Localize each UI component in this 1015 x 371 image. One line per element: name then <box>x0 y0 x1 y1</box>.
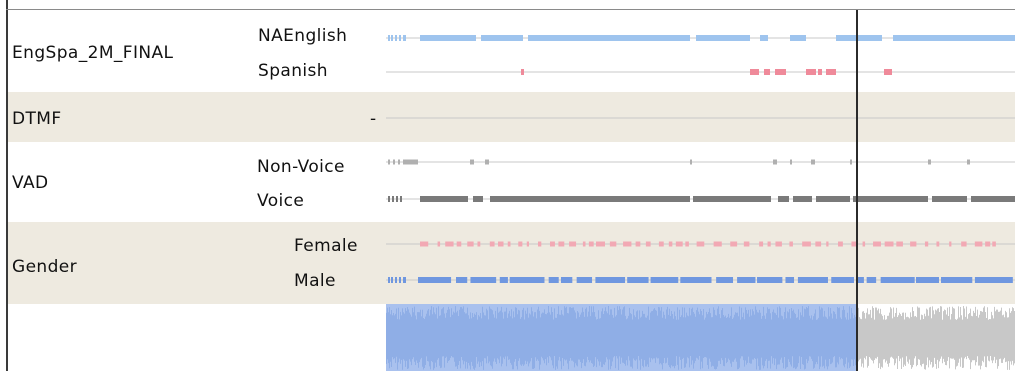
group-label-gender[interactable]: Gender <box>12 257 77 277</box>
group-label-engspa[interactable]: EngSpa_2M_FINAL <box>12 43 173 63</box>
track-label-male[interactable]: Male <box>294 271 336 291</box>
waveform-graphic <box>386 304 1015 371</box>
audio-waveform[interactable] <box>386 304 1015 371</box>
group-label-dtmf[interactable]: DTMF <box>12 109 62 129</box>
playback-cursor[interactable] <box>856 10 858 371</box>
track-label-dtmf-none[interactable]: - <box>370 109 377 129</box>
speech-analysis-timeline: EngSpa_2M_FINAL DTMF VAD Gender NAEnglis… <box>0 0 1015 371</box>
row-band-dtmf <box>8 92 1015 142</box>
track-label-naenglish[interactable]: NAEnglish <box>258 26 347 46</box>
track-label-nonvoice[interactable]: Non-Voice <box>257 157 345 177</box>
row-band-vad <box>8 142 1015 222</box>
group-label-vad[interactable]: VAD <box>12 173 48 193</box>
track-label-voice[interactable]: Voice <box>257 191 304 211</box>
track-label-spanish[interactable]: Spanish <box>258 61 328 81</box>
panel-left-border <box>6 0 8 371</box>
panel-top-border <box>6 9 1015 10</box>
row-band-gender <box>8 222 1015 304</box>
track-label-female[interactable]: Female <box>294 236 358 256</box>
